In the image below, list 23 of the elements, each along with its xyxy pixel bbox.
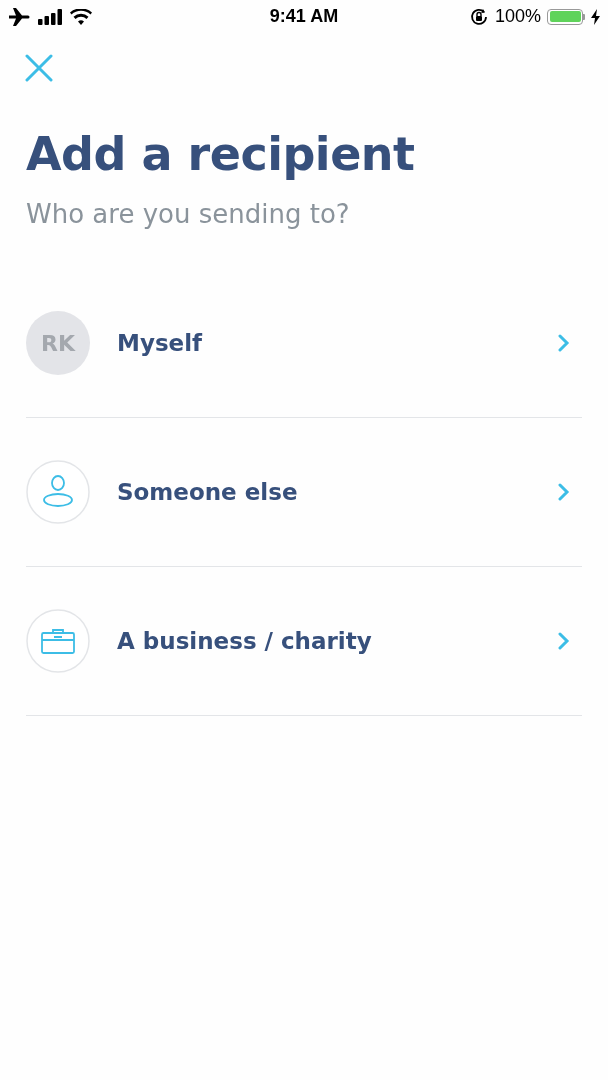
charging-bolt-icon (591, 8, 600, 25)
chevron-right-icon (558, 632, 570, 650)
initials-avatar: RK (26, 311, 90, 375)
signal-icon (38, 8, 64, 25)
recipient-option[interactable]: RK Myself (26, 269, 582, 418)
recipient-option[interactable]: Someone else (26, 418, 582, 567)
wifi-icon (70, 8, 92, 25)
person-icon (26, 460, 90, 524)
page-subtitle: Who are you sending to? (26, 199, 351, 229)
rotation-lock-icon (468, 6, 489, 27)
briefcase-icon (26, 609, 90, 673)
battery-icon (547, 8, 585, 25)
airplane-icon (8, 7, 32, 26)
status-time: 9:41 AM (269, 6, 339, 27)
option-label: Myself (117, 330, 204, 356)
chevron-right-icon (558, 334, 570, 352)
option-label: Someone else (117, 479, 299, 505)
battery-percentage: 100% (494, 6, 541, 27)
page-title: Add a recipient (26, 127, 416, 181)
chevron-right-icon (558, 483, 570, 501)
option-label: A business / charity (117, 628, 373, 654)
recipient-option[interactable]: A business / charity (26, 567, 582, 716)
close-button[interactable] (24, 53, 54, 83)
